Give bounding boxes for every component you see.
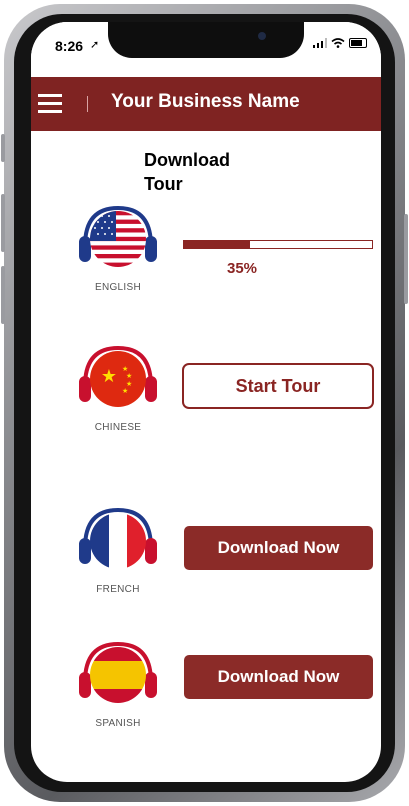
volume-down-button	[1, 266, 5, 324]
status-time: 8:26	[55, 38, 84, 54]
silent-switch	[1, 134, 5, 162]
location-arrow-icon: ➚	[90, 39, 100, 51]
front-camera	[258, 32, 266, 40]
header-divider	[87, 96, 88, 112]
chinese-label: CHINESE	[94, 422, 142, 433]
language-english: ENGLISH	[59, 202, 177, 293]
france-flag-headphones-icon	[73, 504, 163, 576]
svg-text:★: ★	[101, 366, 117, 387]
french-label: FRENCH	[96, 584, 140, 595]
us-flag-headphones-icon	[73, 202, 163, 274]
english-label: ENGLISH	[94, 282, 141, 293]
app-header: Your Business Name	[31, 77, 381, 131]
download-now-button-french[interactable]: Download Now	[184, 526, 373, 570]
svg-text:★: ★	[122, 387, 128, 395]
english-download-progress: 35%	[183, 240, 373, 277]
business-name-title: Your Business Name	[111, 91, 300, 112]
progress-track	[183, 240, 373, 249]
wifi-icon	[331, 38, 345, 48]
progress-fill	[184, 241, 250, 248]
spain-flag-headphones-icon	[73, 638, 163, 710]
signal-icon	[313, 38, 327, 48]
power-button	[404, 214, 408, 304]
download-now-button-spanish[interactable]: Download Now	[184, 655, 373, 699]
progress-percent: 35%	[227, 260, 258, 277]
battery-icon	[349, 38, 367, 48]
download-tour-heading: Download Tour	[144, 150, 230, 194]
status-bar: 8:26 ➚	[31, 22, 381, 74]
volume-up-button	[1, 194, 5, 252]
notch	[108, 22, 304, 58]
app-screen: 8:26 ➚ Your Business Name Download Tour …	[31, 22, 381, 782]
status-icons	[313, 38, 367, 48]
language-french: FRENCH	[59, 504, 177, 595]
svg-text:★: ★	[126, 372, 132, 380]
spanish-label: SPANISH	[95, 718, 141, 729]
hamburger-menu-icon[interactable]	[38, 94, 64, 116]
language-spanish: SPANISH	[59, 638, 177, 729]
china-flag-headphones-icon: ★ ★ ★ ★ ★	[73, 342, 163, 414]
start-tour-button[interactable]: Start Tour	[182, 363, 374, 409]
language-chinese: ★ ★ ★ ★ ★ CHINESE	[59, 342, 177, 433]
